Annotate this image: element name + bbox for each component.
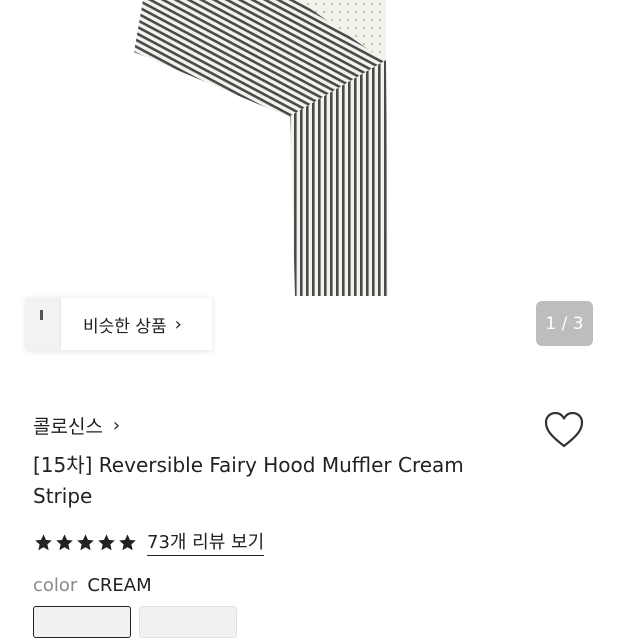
star-icon: [56, 533, 73, 550]
star-rating: [34, 533, 137, 552]
rating: 73개 리뷰 보기: [34, 528, 265, 556]
similar-product-thumbnail: [26, 298, 61, 350]
image-counter-text: 1 / 3: [545, 313, 584, 334]
chevron-right-icon: ›: [174, 313, 182, 335]
color-key: color: [33, 575, 78, 596]
product-title: [15차] Reversible Fairy Hood Muffler Crea…: [33, 453, 464, 508]
review-link[interactable]: 73개 리뷰 보기: [147, 528, 265, 556]
star-icon: [35, 533, 52, 550]
heart-icon: [544, 411, 584, 448]
similar-products-button[interactable]: 비슷한 상품 ›: [26, 298, 212, 350]
color-value: CREAM: [87, 575, 152, 596]
star-icon: [77, 533, 94, 550]
star-icon: [119, 533, 136, 550]
color-option[interactable]: [139, 606, 237, 638]
brand-name: 콜로신스: [33, 416, 103, 438]
color-selector-label: color CREAM: [33, 575, 152, 596]
chevron-right-icon: ›: [112, 415, 121, 436]
brand-link[interactable]: 콜로신스 ›: [33, 412, 120, 439]
wishlist-button[interactable]: [543, 410, 585, 450]
star-icon: [98, 533, 115, 550]
image-counter: 1 / 3: [536, 301, 593, 346]
color-option-cream[interactable]: [33, 606, 131, 638]
similar-products-label: 비슷한 상품: [83, 316, 167, 337]
